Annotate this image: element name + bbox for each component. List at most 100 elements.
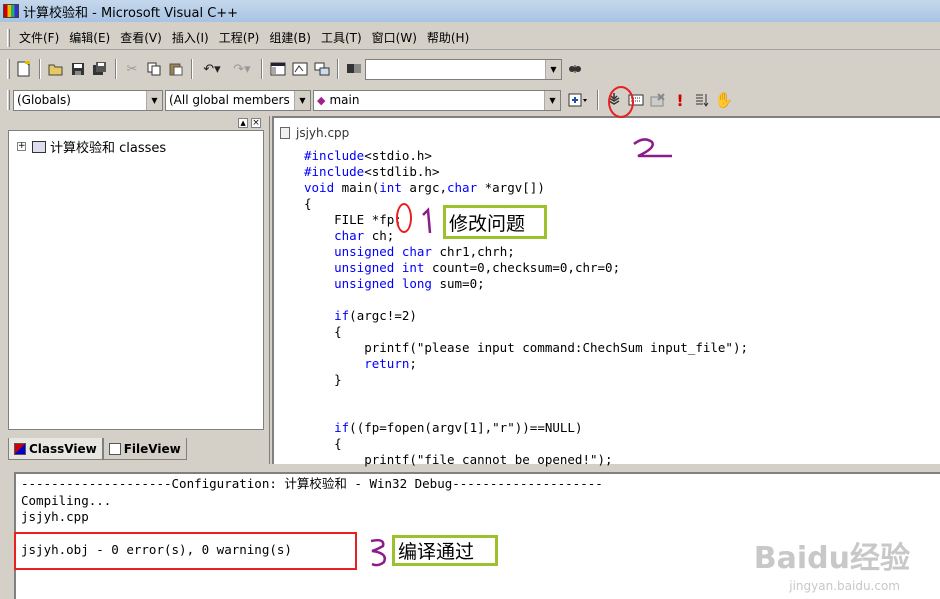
output-line: --------------------Configuration: 计算校验和… bbox=[21, 476, 603, 491]
title-bar: 计算校验和 - Microsoft Visual C++ bbox=[0, 0, 940, 22]
close-icon[interactable]: × bbox=[251, 118, 261, 128]
annotation-mark-3 bbox=[370, 538, 386, 567]
source-code[interactable]: #include<stdio.h> #include<stdlib.h> void … bbox=[304, 148, 748, 468]
breakpoint-hand-icon[interactable]: ✋ bbox=[713, 89, 735, 111]
code-line: unsigned char chr1,chrh; bbox=[304, 244, 748, 260]
function-combo[interactable]: ◆ main ▼ bbox=[313, 89, 561, 111]
paste-icon[interactable] bbox=[165, 58, 187, 80]
function-combo-value: main bbox=[329, 93, 360, 107]
find-in-files-icon[interactable] bbox=[343, 58, 365, 80]
menu-help[interactable]: 帮助(H) bbox=[422, 29, 474, 46]
save-icon[interactable] bbox=[67, 58, 89, 80]
toolbar-separator bbox=[337, 59, 339, 79]
code-keyword: long bbox=[401, 276, 432, 291]
tab-classview[interactable]: ClassView bbox=[8, 438, 103, 460]
wizardbar-action-icon[interactable] bbox=[563, 89, 593, 111]
go-icon[interactable] bbox=[691, 89, 713, 111]
code-line: printf("file cannot be opened!"); bbox=[304, 452, 748, 468]
watermark-logo: Baidu经验 bbox=[753, 541, 910, 576]
toolbar-separator bbox=[191, 59, 193, 79]
annotation-note-3-text: 编译通过 bbox=[398, 541, 475, 563]
execute-icon[interactable]: ! bbox=[669, 89, 691, 111]
chevron-down-icon[interactable]: ▼ bbox=[544, 90, 560, 110]
menu-project[interactable]: 工程(P) bbox=[214, 29, 265, 46]
code-text: ch; bbox=[364, 228, 395, 243]
find-icon[interactable] bbox=[564, 58, 586, 80]
annotation-note-1-text: 修改问题 bbox=[449, 212, 526, 235]
open-folder-icon[interactable] bbox=[45, 58, 67, 80]
code-text: printf("please input command:ChechSum in… bbox=[304, 340, 749, 355]
restore-icon[interactable]: ▲ bbox=[238, 118, 249, 128]
menu-window[interactable]: 窗口(W) bbox=[367, 29, 422, 46]
output-line: jsjyh.cpp bbox=[21, 509, 89, 524]
annotation-mark-2 bbox=[633, 138, 672, 158]
class-combo[interactable]: (Globals) ▼ bbox=[13, 89, 163, 111]
save-all-icon[interactable] bbox=[89, 58, 111, 80]
standard-toolbar: ✂ ↶▾ ↷▾ ▼ bbox=[0, 55, 620, 83]
class-tree[interactable]: + 计算校验和 classes bbox=[8, 130, 264, 430]
function-combo-content: ◆ main bbox=[314, 93, 544, 107]
class-combo-value: (Globals) bbox=[17, 93, 71, 107]
toolbar-separator bbox=[261, 59, 263, 79]
cpp-file-icon bbox=[280, 127, 290, 139]
code-text: printf("file cannot be opened!"); bbox=[304, 452, 613, 467]
code-keyword: if bbox=[334, 420, 350, 435]
code-keyword: return bbox=[364, 356, 410, 371]
tab-fileview-label: FileView bbox=[123, 441, 181, 456]
menu-view[interactable]: 查看(V) bbox=[115, 29, 167, 46]
menu-insert[interactable]: 插入(I) bbox=[167, 29, 214, 46]
chevron-down-icon[interactable]: ▼ bbox=[294, 90, 310, 110]
code-text: argc, bbox=[401, 180, 447, 195]
code-editor[interactable]: jsjyh.cpp #include<stdio.h> #include<stdl… bbox=[272, 116, 940, 467]
menu-edit[interactable]: 编辑(E) bbox=[64, 29, 115, 46]
workspace-icon[interactable] bbox=[267, 58, 289, 80]
wizardbar-toolbar: (Globals) ▼ (All global members ▼ ◆ main… bbox=[0, 86, 940, 114]
stop-build-icon[interactable] bbox=[647, 89, 669, 111]
new-text-file-icon[interactable] bbox=[13, 58, 35, 80]
menu-file[interactable]: 文件(F) bbox=[14, 29, 64, 46]
code-text: main( bbox=[334, 180, 380, 195]
code-keyword: char bbox=[447, 180, 478, 195]
code-keyword: void bbox=[304, 180, 335, 195]
chevron-down-icon[interactable]: ▼ bbox=[545, 59, 561, 79]
window-list-icon[interactable] bbox=[311, 58, 333, 80]
code-text: ((fp=fopen(argv[1],"r"))==NULL) bbox=[349, 420, 583, 435]
annotation-mark-1 bbox=[422, 207, 432, 234]
cut-icon[interactable]: ✂ bbox=[121, 58, 143, 80]
code-line: } bbox=[304, 372, 748, 388]
members-combo[interactable]: (All global members ▼ bbox=[165, 89, 311, 111]
menu-tools[interactable]: 工具(T) bbox=[316, 29, 367, 46]
members-combo-value: (All global members bbox=[169, 93, 290, 107]
classview-icon bbox=[14, 442, 26, 455]
annotation-note-1: 修改问题 bbox=[443, 205, 547, 239]
code-keyword: #include bbox=[304, 148, 365, 163]
annotation-circle-1 bbox=[396, 203, 412, 233]
menu-build[interactable]: 组建(B) bbox=[264, 29, 316, 46]
code-text: FILE *fp; bbox=[304, 212, 402, 227]
output-window-icon[interactable] bbox=[289, 58, 311, 80]
toolbar-separator bbox=[115, 59, 117, 79]
undo-icon[interactable]: ↶▾ bbox=[197, 58, 227, 80]
code-line: printf("please input command:ChechSum in… bbox=[304, 340, 748, 356]
code-text: { bbox=[304, 196, 312, 211]
window-title: 计算校验和 - Microsoft Visual C++ bbox=[23, 5, 239, 21]
copy-icon[interactable] bbox=[143, 58, 165, 80]
toolbar-grip bbox=[7, 90, 10, 110]
find-combo[interactable]: ▼ bbox=[365, 58, 562, 80]
redo-icon[interactable]: ↷▾ bbox=[227, 58, 257, 80]
watermark-url: jingyan.baidu.com bbox=[789, 579, 900, 593]
code-line: void main(int argc,char *argv[]) bbox=[304, 180, 748, 196]
chevron-down-icon[interactable]: ▼ bbox=[146, 90, 162, 110]
fileview-icon bbox=[108, 442, 121, 455]
tab-fileview[interactable]: FileView bbox=[102, 438, 187, 460]
tree-root-label: 计算校验和 classes bbox=[50, 141, 167, 156]
tree-root[interactable]: + 计算校验和 classes bbox=[17, 137, 166, 156]
expand-icon[interactable]: + bbox=[17, 142, 26, 151]
annotation-note-3: 编译通过 bbox=[392, 535, 498, 566]
code-keyword: if bbox=[334, 308, 350, 323]
